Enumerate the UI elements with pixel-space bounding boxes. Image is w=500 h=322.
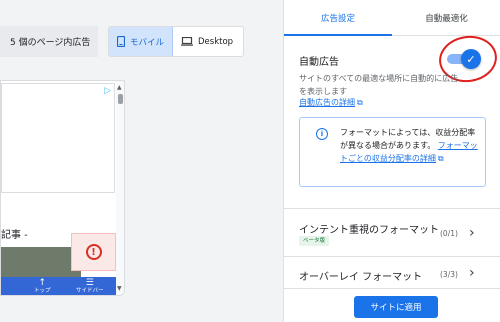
mobile-button[interactable]: モバイル bbox=[109, 27, 174, 56]
device-toggle: モバイル Desktop bbox=[108, 26, 244, 57]
adchoices-icon[interactable]: ▷ bbox=[104, 86, 111, 96]
section-intent-formats[interactable]: インテント重視のフォーマット ベータ版 (0/1) › bbox=[284, 208, 500, 254]
panel-tabs: 広告設定 自動最適化 bbox=[284, 0, 500, 36]
section-title: インテント重視のフォーマット bbox=[299, 225, 439, 236]
sidebar-menu-icon: ☰ bbox=[85, 278, 94, 288]
ad-count-label: 5 個のページ内広告 bbox=[0, 26, 98, 57]
open-in-new-icon: ⧉ bbox=[357, 98, 363, 107]
beta-badge: ベータ版 bbox=[299, 236, 330, 246]
auto-ads-description: サイトのすべての最適な場所に自動的に広告を表示します bbox=[299, 74, 459, 96]
article-image bbox=[1, 247, 81, 277]
nav-top-label: トップ bbox=[34, 288, 51, 294]
chevron-right-icon[interactable]: › bbox=[469, 266, 475, 280]
tab-auto-optimize[interactable]: 自動最適化 bbox=[392, 0, 500, 36]
scroll-thumb[interactable] bbox=[118, 94, 123, 104]
scroll-up-icon[interactable]: ▲ bbox=[117, 84, 122, 91]
tab-ad-settings[interactable]: 広告設定 bbox=[284, 0, 392, 36]
section-count: (0/1) bbox=[440, 229, 458, 238]
ad-slot: ▷ bbox=[1, 83, 115, 193]
scroll-down-icon[interactable]: ▼ bbox=[117, 285, 122, 292]
nav-top[interactable]: ↑ トップ bbox=[34, 278, 51, 295]
section-overlay-formats[interactable]: オーバーレイ フォーマット (3/3) › bbox=[284, 258, 500, 288]
info-text: フォーマットによっては、収益分配率が異なる場合があります。 フォーマットごとの収… bbox=[340, 126, 482, 165]
auto-ads-link-text[interactable]: 自動広告の詳細 bbox=[299, 98, 355, 107]
section-title: オーバーレイ フォーマット bbox=[299, 272, 423, 283]
laptop-icon bbox=[181, 37, 194, 46]
active-tab-indicator bbox=[284, 34, 392, 36]
auto-ads-details-link[interactable]: 自動広告の詳細 ⧉ bbox=[299, 97, 363, 108]
auto-ads-title: 自動広告 bbox=[299, 57, 339, 68]
arrow-up-icon: ↑ bbox=[38, 278, 47, 288]
mobile-label: モバイル bbox=[130, 37, 165, 48]
open-in-new-icon: ⧉ bbox=[437, 154, 444, 163]
nav-sidebar[interactable]: ☰ サイドバー bbox=[76, 278, 104, 295]
section-count: (3/3) bbox=[440, 270, 458, 279]
mobile-bottom-nav: ↑ トップ ☰ サイドバー bbox=[1, 277, 116, 295]
divider bbox=[284, 256, 500, 257]
smartphone-icon bbox=[117, 36, 125, 47]
warning-indicator[interactable]: ! bbox=[71, 233, 116, 271]
mobile-preview-frame[interactable]: ▷ 記事 - ! ↑ トップ ☰ サイドバー ▲ ▼ bbox=[0, 80, 125, 296]
nav-sidebar-label: サイドバー bbox=[76, 288, 104, 294]
info-callout: i フォーマットによっては、収益分配率が異なる場合があります。 フォーマットごと… bbox=[299, 117, 486, 187]
preview-scrollbar[interactable]: ▲ ▼ bbox=[116, 81, 124, 295]
panel-footer: サイトに適用 bbox=[284, 288, 500, 322]
info-icon: i bbox=[316, 128, 328, 140]
desktop-button[interactable]: Desktop bbox=[173, 27, 241, 56]
preview-area: 5 個のページ内広告 モバイル Desktop ▷ 記事 - ! ↑ トップ ☰… bbox=[0, 0, 283, 322]
desktop-label: Desktop bbox=[198, 36, 234, 47]
chevron-right-icon[interactable]: › bbox=[469, 226, 475, 240]
alert-icon: ! bbox=[85, 244, 102, 260]
article-snippet: 記事 - bbox=[1, 230, 28, 241]
app-root: 5 個のページ内広告 モバイル Desktop ▷ 記事 - ! ↑ トップ ☰… bbox=[0, 0, 500, 322]
settings-panel: 広告設定 自動最適化 自動広告 ✓ サイトのすべての最適な場所に自動的に広告を表… bbox=[283, 0, 500, 322]
apply-to-site-button[interactable]: サイトに適用 bbox=[354, 296, 438, 318]
